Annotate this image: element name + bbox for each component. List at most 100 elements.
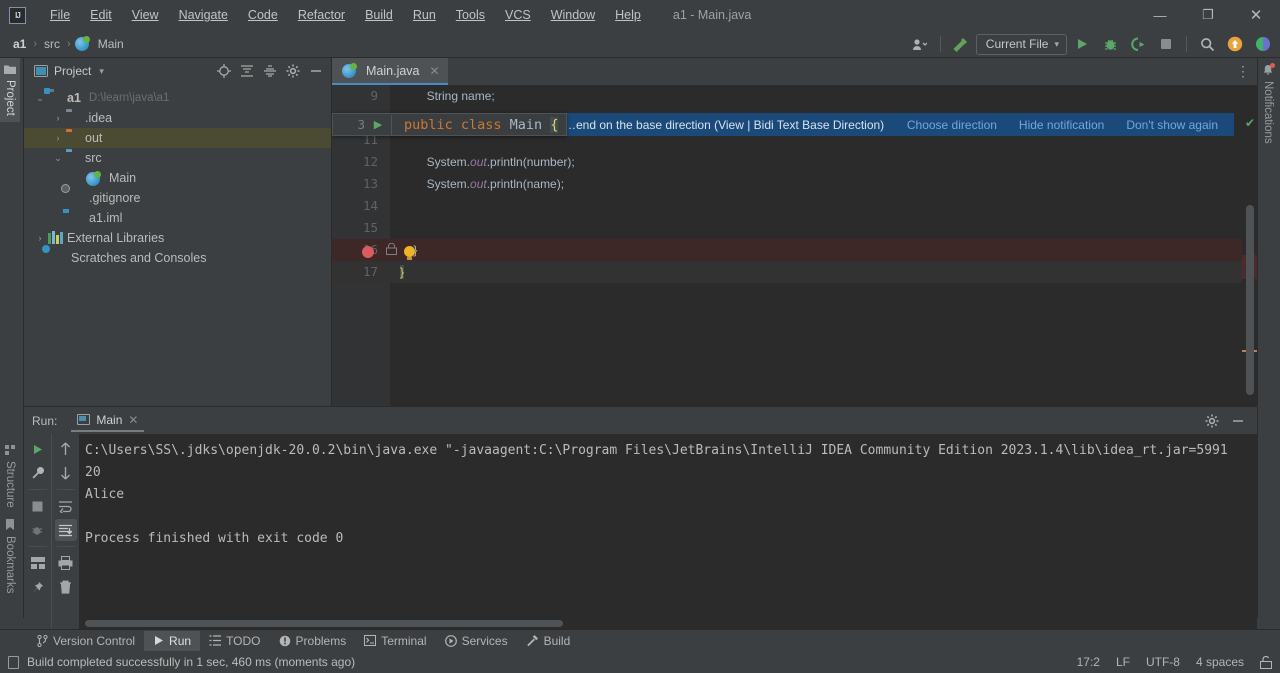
edit-configuration-button[interactable] — [27, 462, 49, 484]
chevron-down-icon[interactable]: ⌄ — [50, 153, 66, 164]
minimize-button[interactable]: — — [1136, 0, 1184, 30]
down-the-stack-trace-button[interactable] — [55, 462, 77, 484]
sidebar-item-project[interactable]: Project — [0, 58, 20, 122]
run-console-output[interactable]: C:\Users\SS\.jdks\openjdk-20.0.2\bin\jav… — [79, 434, 1257, 632]
update-available-icon[interactable] — [1222, 32, 1248, 56]
tree-row-a1[interactable]: ⌄ a1 D:\learn\java\a1 — [24, 88, 331, 108]
debug-bug-icon[interactable] — [1097, 32, 1123, 56]
search-icon[interactable] — [1194, 32, 1220, 56]
tree-row-gitignore[interactable]: .gitignore — [24, 188, 331, 208]
read-only-lock-icon[interactable] — [1260, 655, 1272, 669]
tree-row-out[interactable]: › out — [24, 128, 331, 148]
choose-direction-link[interactable]: Choose direction — [907, 118, 997, 132]
bottom-item-services[interactable]: Services — [436, 631, 517, 651]
run-icon[interactable] — [1069, 32, 1095, 56]
chevron-right-icon[interactable]: › — [50, 133, 66, 143]
menu-item-file[interactable]: File — [40, 4, 80, 26]
chevron-down-icon[interactable]: ⌄ — [32, 93, 48, 104]
notification-message: …end on the base direction (View | Bidi … — [564, 117, 885, 132]
menu-item-edit[interactable]: Edit — [80, 4, 122, 26]
inspection-status-icon[interactable]: ✔ — [1245, 116, 1255, 130]
menu-item-refactor[interactable]: Refactor — [288, 4, 355, 26]
tree-row-a1-iml[interactable]: a1.iml — [24, 208, 331, 228]
user-account-icon[interactable] — [907, 32, 933, 56]
menu-item-navigate[interactable]: Navigate — [169, 4, 238, 26]
menu-item-run[interactable]: Run — [403, 4, 446, 26]
bottom-item-run[interactable]: Run — [144, 630, 201, 651]
editor-marker-track[interactable]: ✔ — [1242, 85, 1257, 406]
clear-all-button[interactable] — [55, 576, 77, 598]
bottom-item-version-control[interactable]: Version Control — [28, 631, 144, 651]
settings-gear-icon[interactable] — [282, 60, 304, 82]
layout-button[interactable] — [27, 552, 49, 574]
close-icon[interactable]: ✕ — [430, 64, 440, 78]
sidebar-item-notifications[interactable]: Notifications — [1258, 58, 1278, 150]
line-text-12: System.out.println(number); — [400, 155, 575, 169]
menu-item-help[interactable]: Help — [605, 4, 651, 26]
editor-body[interactable]: 9 String name; 10 name = "Alice"; 11 12 … — [332, 85, 1257, 406]
settings-gear-icon[interactable] — [1201, 410, 1223, 432]
chevron-right-icon[interactable]: › — [32, 233, 48, 243]
close-icon[interactable]: ✕ — [128, 413, 138, 427]
chevron-down-icon[interactable]: ▾ — [99, 66, 104, 77]
up-the-stack-trace-button[interactable] — [55, 438, 77, 460]
run-tab-main[interactable]: Main ✕ — [71, 410, 145, 432]
tree-row-external-libraries[interactable]: › External Libraries — [24, 228, 331, 248]
intention-bulb-icon[interactable] — [404, 246, 415, 260]
expand-all-icon[interactable] — [236, 60, 258, 82]
editor-scrollbar-thumb[interactable] — [1246, 205, 1254, 395]
sidebar-item-bookmarks[interactable]: Bookmarks — [0, 513, 20, 600]
stop-icon[interactable] — [1153, 32, 1179, 56]
menu-item-build[interactable]: Build — [355, 4, 403, 26]
menu-item-window[interactable]: Window — [541, 4, 605, 26]
event-log-icon[interactable] — [8, 655, 19, 669]
hide-notification-link[interactable]: Hide notification — [1019, 118, 1104, 132]
menu-item-code[interactable]: Code — [238, 4, 288, 26]
tree-row-main[interactable]: Main — [24, 168, 331, 188]
menu-item-tools[interactable]: Tools — [446, 4, 495, 26]
soft-wrap-button[interactable] — [55, 495, 77, 517]
indent-setting[interactable]: 4 spaces — [1196, 655, 1244, 669]
menu-item-view[interactable]: View — [122, 4, 169, 26]
rerun-button[interactable] — [27, 438, 49, 460]
breadcrumb-item-src[interactable]: src — [41, 36, 63, 52]
scroll-to-end-button[interactable] — [54, 519, 77, 541]
caret-position[interactable]: 17:2 — [1077, 655, 1100, 669]
print-button[interactable] — [55, 552, 77, 574]
bottom-item-todo[interactable]: TODO — [200, 631, 269, 651]
close-button[interactable]: ✕ — [1232, 0, 1280, 30]
menu-item-vcs[interactable]: VCS — [495, 4, 541, 26]
editor-tab-main-java[interactable]: Main.java ✕ — [332, 58, 448, 85]
tree-row-idea[interactable]: › .idea — [24, 108, 331, 128]
debug-button[interactable] — [27, 519, 49, 541]
java-class-icon — [74, 35, 90, 51]
collapse-all-icon[interactable] — [259, 60, 281, 82]
line-separator[interactable]: LF — [1116, 655, 1130, 669]
sidebar-item-structure[interactable]: Structure — [0, 439, 20, 514]
breadcrumb-item-project[interactable]: a1 — [10, 36, 29, 52]
maximize-button[interactable]: ❐ — [1184, 0, 1232, 30]
breadcrumb-item-main[interactable]: Main — [95, 36, 127, 52]
tree-row-scratches[interactable]: Scratches and Consoles — [24, 248, 331, 268]
breakpoint-icon[interactable] — [362, 246, 374, 258]
tree-row-src[interactable]: ⌄ src — [24, 148, 331, 168]
pin-tab-button[interactable] — [27, 576, 49, 598]
ai-assistant-icon[interactable] — [1250, 32, 1276, 56]
bottom-item-terminal[interactable]: Terminal — [355, 631, 435, 651]
editor-line-14: 14 — [332, 195, 1257, 217]
run-configuration-selector[interactable]: Current File ▾ — [975, 33, 1067, 55]
run-gutter-icon[interactable]: ▶ — [365, 118, 391, 131]
chevron-right-icon[interactable]: › — [50, 113, 66, 123]
stop-button[interactable] — [27, 495, 49, 517]
hide-panel-icon[interactable] — [1227, 410, 1249, 432]
bottom-item-problems[interactable]: Problems — [270, 631, 356, 651]
run-with-coverage-icon[interactable] — [1125, 32, 1151, 56]
console-horizontal-scrollbar[interactable] — [85, 620, 563, 627]
select-opened-file-icon[interactable] — [213, 60, 235, 82]
editor-tab-options-button[interactable]: ⋮ — [1236, 58, 1257, 85]
dont-show-again-link[interactable]: Don't show again — [1126, 118, 1218, 132]
hide-panel-icon[interactable] — [305, 60, 327, 82]
file-encoding[interactable]: UTF-8 — [1146, 655, 1180, 669]
hammer-icon[interactable] — [948, 32, 974, 56]
bottom-item-build[interactable]: Build — [517, 631, 580, 651]
